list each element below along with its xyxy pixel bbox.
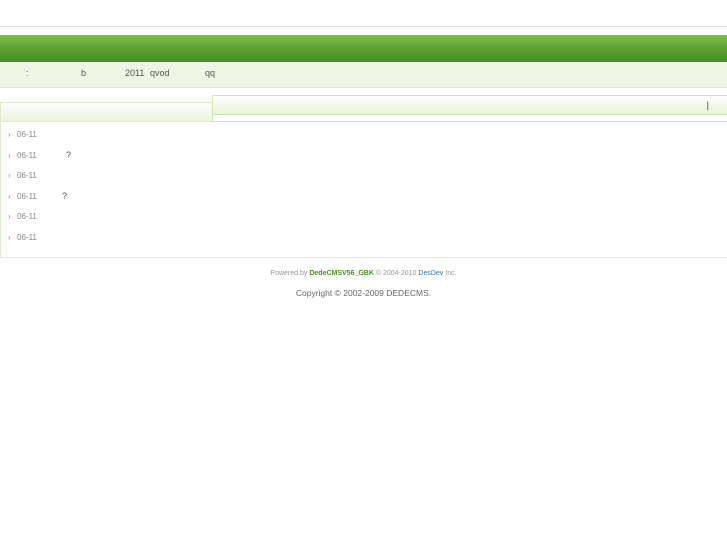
list-item-mark: ? — [66, 149, 72, 160]
powered-by-line: Powered by DedeCMSV56_GBK © 2004-2010 De… — [0, 270, 727, 277]
hot-keywords-bar: : b 2011 qvod qq — [0, 62, 727, 88]
content-panel: | › 06-11 › 06-11 ? › 06-11 › 06-11 ? › … — [0, 95, 727, 258]
arrow-icon: › — [8, 232, 11, 242]
desdev-link[interactable]: DesDev — [418, 270, 443, 277]
right-panel-header: | — [212, 95, 727, 115]
list-item[interactable]: › 06-11 — [8, 130, 208, 151]
arrow-icon: › — [8, 191, 11, 201]
top-strip — [0, 0, 727, 27]
hotbar-colon: : — [26, 68, 29, 78]
list-item-date: 06-11 — [17, 150, 37, 160]
right-header-marker: | — [706, 100, 709, 110]
list-item-mark: ? — [62, 190, 68, 201]
list-item-date: 06-11 — [17, 171, 37, 180]
inc-text: Inc. — [445, 270, 457, 277]
cms-link[interactable]: DedeCMSV56_GBK — [309, 270, 374, 277]
arrow-icon: › — [8, 212, 11, 221]
list-item[interactable]: › 06-11 — [8, 171, 208, 192]
list-item[interactable]: › 06-11 — [8, 233, 208, 254]
copy-years: © 2004-2010 — [375, 270, 417, 277]
list-item-date: 06-11 — [17, 212, 37, 221]
arrow-icon: › — [8, 130, 11, 139]
arrow-icon: › — [8, 171, 11, 180]
powered-by-text: Powered by — [270, 270, 308, 277]
list-item[interactable]: › 06-11 ? — [8, 149, 208, 172]
footer-divider — [0, 257, 727, 258]
list-item-date: 06-11 — [17, 232, 37, 242]
hotbar-link-qvod[interactable]: qvod — [150, 68, 170, 78]
main-nav-bar — [0, 35, 727, 62]
list-item-date: 06-11 — [17, 191, 37, 201]
copyright-text: Copyright © 2002-2009 DEDECMS. — [295, 288, 432, 298]
article-list: › 06-11 › 06-11 ? › 06-11 › 06-11 ? › 06… — [8, 130, 208, 253]
hotbar-link-year[interactable]: 2011 — [125, 68, 144, 78]
right-panel-body — [212, 114, 727, 122]
list-item-date: 06-11 — [17, 130, 37, 139]
arrow-icon: › — [8, 150, 11, 160]
hotbar-link-b[interactable]: b — [81, 68, 86, 78]
hotbar-link-qq[interactable]: qq — [205, 68, 215, 78]
list-item[interactable]: › 06-11 ? — [8, 190, 208, 213]
latest-list-header — [1, 102, 213, 122]
list-item[interactable]: › 06-11 — [8, 212, 208, 233]
